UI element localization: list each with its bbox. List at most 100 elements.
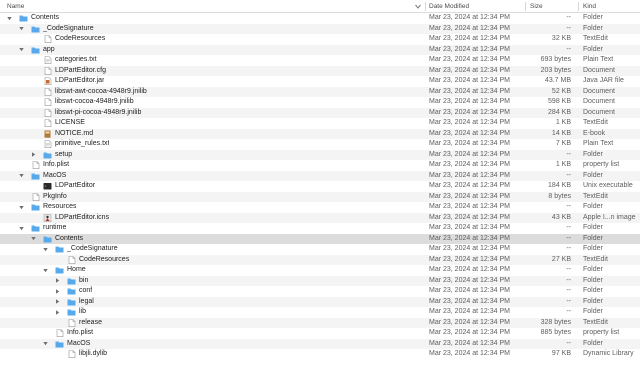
column-divider[interactable] [578, 2, 579, 11]
table-row[interactable]: primitive_rules.txt Mar 23, 2024 at 12:34… [0, 139, 640, 150]
date-modified: Mar 23, 2024 at 12:34 PM [429, 77, 510, 84]
file-kind: Plain Text [583, 56, 614, 63]
column-divider[interactable] [525, 2, 526, 11]
table-row[interactable]: Home Mar 23, 2024 at 12:34 PM -- Folder [0, 265, 640, 276]
sort-chevron-icon[interactable] [415, 4, 421, 9]
file-name: bin [79, 276, 89, 284]
date-modified: Mar 23, 2024 at 12:34 PM [429, 98, 510, 105]
table-row[interactable]: NOTICE.md Mar 23, 2024 at 12:34 PM 14 KB E-… [0, 128, 640, 139]
folder-icon [55, 246, 64, 253]
file-name: Contents [55, 234, 84, 242]
date-modified: Mar 23, 2024 at 12:34 PM [429, 224, 510, 231]
date-modified: Mar 23, 2024 at 12:34 PM [429, 45, 510, 53]
file-size: 1 KB [555, 161, 571, 168]
disclosure-triangle-collapsed-icon[interactable] [55, 299, 60, 304]
table-row[interactable]: legal Mar 23, 2024 at 12:34 PM -- Folder [0, 296, 640, 307]
file-name: LDPartEditor.cfg [55, 66, 106, 74]
document-icon [44, 87, 52, 96]
disclosure-triangle-expanded-icon[interactable] [19, 226, 24, 231]
disclosure-triangle-expanded-icon[interactable] [43, 268, 48, 273]
file-size: -- [566, 150, 571, 158]
file-size: 598 KB [548, 98, 571, 105]
table-row[interactable]: runtime Mar 23, 2024 at 12:34 PM -- Folder [0, 223, 640, 234]
file-name: _CodeSignature [43, 24, 94, 32]
table-row[interactable]: lib Mar 23, 2024 at 12:34 PM -- Folder [0, 307, 640, 318]
table-row[interactable]: LDPartEditor Mar 23, 2024 at 12:34 PM 184 … [0, 181, 640, 192]
file-name: lib [79, 308, 87, 315]
disclosure-triangle-collapsed-icon[interactable] [55, 289, 60, 294]
table-row[interactable]: libswt-pi-cocoa-4948r9.jnilib Mar 23, 202… [0, 107, 640, 118]
table-row[interactable]: libjli.dylib Mar 23, 2024 at 12:34 PM 97 K… [0, 349, 640, 360]
file-size: 43 KB [551, 213, 571, 221]
file-kind: TextEdit [583, 35, 608, 42]
date-modified: Mar 23, 2024 at 12:34 PM [429, 87, 510, 95]
file-kind: Folder [583, 171, 603, 179]
disclosure-triangle-expanded-icon[interactable] [43, 341, 48, 346]
table-row[interactable]: Resources Mar 23, 2024 at 12:34 PM -- Folde… [0, 202, 640, 213]
table-row[interactable]: setup Mar 23, 2024 at 12:34 PM -- Folder [0, 149, 640, 160]
file-size: -- [566, 14, 571, 21]
file-size: 27 KB [551, 255, 571, 263]
folder-icon [31, 26, 40, 33]
table-row[interactable]: LDPartEditor.jar Mar 23, 2024 at 12:34 PM… [0, 76, 640, 87]
file-kind: property list [583, 161, 620, 168]
table-row[interactable]: LICENSE Mar 23, 2024 at 12:34 PM 1 KB TextE… [0, 118, 640, 129]
date-modified: Mar 23, 2024 at 12:34 PM [429, 24, 510, 32]
file-size: -- [566, 297, 571, 305]
table-row[interactable]: categories.txt Mar 23, 2024 at 12:34 PM 69… [0, 55, 640, 66]
disclosure-triangle-collapsed-icon[interactable] [55, 278, 60, 283]
disclosure-triangle-collapsed-icon[interactable] [31, 152, 36, 157]
disclosure-triangle-collapsed-icon[interactable] [55, 310, 60, 315]
table-row[interactable]: Info.plist Mar 23, 2024 at 12:34 PM 1 KB pr… [0, 160, 640, 171]
disclosure-triangle-expanded-icon[interactable] [19, 205, 24, 210]
table-row[interactable]: Contents Mar 23, 2024 at 12:34 PM -- Folder [0, 13, 640, 24]
folder-icon [31, 225, 40, 232]
table-row[interactable]: app Mar 23, 2024 at 12:34 PM -- Folder [0, 44, 640, 55]
table-row[interactable]: MacOS Mar 23, 2024 at 12:34 PM -- Folder [0, 338, 640, 349]
table-row[interactable]: _CodeSignature Mar 23, 2024 at 12:34 PM --… [0, 23, 640, 34]
table-row[interactable]: libswt-awt-cocoa-4948r9.jnilib Mar 23, 20… [0, 86, 640, 97]
date-modified: Mar 23, 2024 at 12:34 PM [429, 245, 510, 252]
document-icon [56, 329, 64, 338]
date-modified: Mar 23, 2024 at 12:34 PM [429, 339, 510, 347]
file-name: categories.txt [55, 56, 97, 63]
date-modified: Mar 23, 2024 at 12:34 PM [429, 234, 510, 242]
name-column-header[interactable]: Name [7, 0, 24, 13]
document-icon [44, 108, 52, 117]
disclosure-triangle-expanded-icon[interactable] [43, 247, 48, 252]
file-kind: Folder [583, 234, 603, 242]
table-row[interactable]: conf Mar 23, 2024 at 12:34 PM -- Folder [0, 286, 640, 297]
file-kind: property list [583, 329, 620, 336]
table-row[interactable]: libswt-cocoa-4948r9.jnilib Mar 23, 2024 a… [0, 97, 640, 108]
table-row[interactable]: _CodeSignature Mar 23, 2024 at 12:34 PM --… [0, 244, 640, 255]
document-icon [44, 98, 52, 107]
file-kind: E-book [583, 129, 606, 137]
table-row[interactable]: CodeResources Mar 23, 2024 at 12:34 PM 27 … [0, 254, 640, 265]
table-row[interactable]: Contents Mar 23, 2024 at 12:34 PM -- Folder [0, 233, 640, 244]
table-row[interactable]: release Mar 23, 2024 at 12:34 PM 328 bytes… [0, 317, 640, 328]
document-icon [44, 66, 52, 75]
table-row[interactable]: LDPartEditor.icns Mar 23, 2024 at 12:34 P… [0, 212, 640, 223]
disclosure-triangle-expanded-icon[interactable] [7, 16, 12, 21]
disclosure-triangle-expanded-icon[interactable] [31, 236, 36, 241]
file-name: LDPartEditor.jar [55, 77, 105, 84]
table-row[interactable]: LDPartEditor.cfg Mar 23, 2024 at 12:34 PM… [0, 65, 640, 76]
disclosure-triangle-expanded-icon[interactable] [19, 173, 24, 178]
disclosure-triangle-expanded-icon[interactable] [19, 47, 24, 52]
column-divider[interactable] [425, 2, 426, 11]
date-modified: Mar 23, 2024 at 12:34 PM [429, 329, 510, 336]
disclosure-triangle-expanded-icon[interactable] [19, 26, 24, 31]
table-row[interactable]: bin Mar 23, 2024 at 12:34 PM -- Folder [0, 275, 640, 286]
table-row[interactable]: CodeResources Mar 23, 2024 at 12:34 PM 32 … [0, 34, 640, 45]
file-name: MacOS [43, 171, 67, 179]
file-size: 1 KB [555, 119, 571, 126]
table-row[interactable]: MacOS Mar 23, 2024 at 12:34 PM -- Folder [0, 170, 640, 181]
date-modified-column-header[interactable]: Date Modified [429, 0, 469, 13]
kind-column-header[interactable]: Kind [583, 0, 596, 13]
file-size: -- [566, 308, 571, 315]
file-kind: Folder [583, 266, 603, 273]
table-row[interactable]: PkgInfo Mar 23, 2024 at 12:34 PM 8 bytes Te… [0, 191, 640, 202]
size-column-header[interactable]: Size [530, 0, 543, 13]
table-row[interactable]: Info.plist Mar 23, 2024 at 12:34 PM 885 by… [0, 328, 640, 339]
file-kind: Folder [583, 339, 603, 347]
